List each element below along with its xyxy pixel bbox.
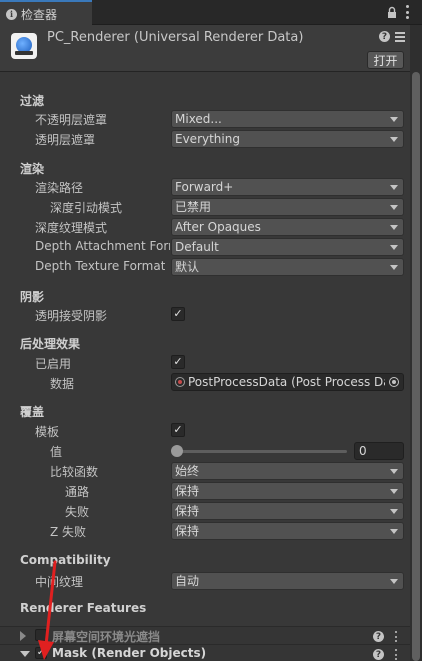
section-filtering-title: 过滤 xyxy=(20,94,45,108)
transparent-layer-mask-dropdown[interactable]: Everything xyxy=(171,130,404,148)
tab-inspector[interactable]: i 检查器 xyxy=(0,0,92,26)
kebab-menu-icon[interactable] xyxy=(405,5,409,19)
help-icon[interactable]: ? xyxy=(373,649,384,660)
stencil-value-input[interactable]: 0 xyxy=(354,442,404,460)
depth-attachment-format-value: Default xyxy=(175,240,219,254)
rendering-path-dropdown[interactable]: Forward+ xyxy=(171,178,404,196)
fold-right-icon[interactable] xyxy=(20,631,26,641)
feature-enable-checkbox[interactable] xyxy=(35,629,47,641)
scrollbar-thumb[interactable] xyxy=(412,72,420,661)
depth-attachment-format-dropdown[interactable]: Default xyxy=(171,238,404,256)
depth-texture-format-dropdown[interactable]: 默认 xyxy=(171,258,404,276)
postprocessing-data-field[interactable]: PostProcessData (Post Process Data) xyxy=(171,373,404,391)
help-icon[interactable]: ? xyxy=(379,31,390,42)
intermediate-texture-value: 自动 xyxy=(175,574,200,588)
kebab-menu-icon[interactable] xyxy=(394,649,398,660)
depth-attachment-format-label: Depth Attachment Format xyxy=(35,239,170,253)
tab-bar: i 检查器 xyxy=(0,0,422,26)
kebab-menu-icon[interactable] xyxy=(394,631,398,642)
renderer-asset-icon xyxy=(11,33,37,59)
feature-label: 屏幕空间环境光遮挡 xyxy=(52,630,161,644)
stencil-value-slider-handle[interactable] xyxy=(171,445,183,457)
stencil-checkbox[interactable]: ✓ xyxy=(171,423,185,437)
open-button[interactable]: 打开 xyxy=(367,51,404,69)
pass-dropdown[interactable]: 保持 xyxy=(171,482,404,500)
section-shadows-title: 阴影 xyxy=(20,290,45,304)
pass-value: 保持 xyxy=(175,484,200,498)
object-picker-icon[interactable] xyxy=(385,374,403,390)
renderer-feature-ssao[interactable]: 屏幕空间环境光遮挡 ? xyxy=(0,626,410,644)
postprocessing-enabled-checkbox[interactable]: ✓ xyxy=(171,355,185,369)
postprocessing-data-value: PostProcessData (Post Process Data) xyxy=(188,375,404,389)
intermediate-texture-dropdown[interactable]: 自动 xyxy=(171,572,404,590)
fold-down-icon[interactable] xyxy=(20,651,30,657)
compare-function-dropdown[interactable]: 始终 xyxy=(171,462,404,480)
transparent-layer-mask-value: Everything xyxy=(175,132,240,146)
postprocessing-enabled-label: 已启用 xyxy=(35,357,72,371)
info-icon: i xyxy=(6,8,17,20)
stencil-value-label: 值 xyxy=(50,445,63,459)
feature-label: Mask (Render Objects) xyxy=(52,646,207,660)
scriptable-object-icon xyxy=(175,377,185,387)
fail-value: 保持 xyxy=(175,504,200,518)
stencil-value-slider-track[interactable] xyxy=(177,450,347,453)
stencil-label: 模板 xyxy=(35,425,60,439)
opaque-layer-mask-label: 不透明层遮罩 xyxy=(35,113,108,127)
depth-texture-mode-label: 深度纹理模式 xyxy=(35,221,108,235)
section-rendering-title: 渲染 xyxy=(20,162,45,176)
section-renderer-features-title: Renderer Features xyxy=(20,601,147,615)
rendering-path-label: 渲染路径 xyxy=(35,181,84,195)
depth-priming-value: 已禁用 xyxy=(175,200,212,214)
transparent-receive-shadows-label: 透明接受阴影 xyxy=(35,309,108,323)
compare-function-value: 始终 xyxy=(175,464,200,478)
pass-label: 通路 xyxy=(65,485,90,499)
rendering-path-value: Forward+ xyxy=(175,180,234,194)
asset-title: PC_Renderer (Universal Renderer Data) xyxy=(47,30,304,45)
fail-dropdown[interactable]: 保持 xyxy=(171,502,404,520)
help-icon[interactable]: ? xyxy=(373,631,384,642)
depth-texture-format-value: 默认 xyxy=(175,260,200,274)
compare-function-label: 比较函数 xyxy=(50,465,99,479)
renderer-feature-mask[interactable]: ✓ Mask (Render Objects) ? xyxy=(0,644,410,661)
opaque-layer-mask-dropdown[interactable]: Mixed... xyxy=(171,110,404,128)
inspector-header: PC_Renderer (Universal Renderer Data) ? … xyxy=(0,25,410,72)
depth-priming-dropdown[interactable]: 已禁用 xyxy=(171,198,404,216)
section-compatibility-title: Compatibility xyxy=(20,553,111,567)
zfail-value: 保持 xyxy=(175,524,200,538)
section-postprocessing-title: 后处理效果 xyxy=(20,337,81,351)
tab-label: 检查器 xyxy=(21,7,58,22)
section-overrides-title: 覆盖 xyxy=(20,405,45,419)
transparent-receive-shadows-checkbox[interactable]: ✓ xyxy=(171,307,185,321)
opaque-layer-mask-value: Mixed... xyxy=(175,112,222,126)
feature-enable-checkbox[interactable]: ✓ xyxy=(35,647,47,659)
depth-texture-format-label: Depth Texture Format xyxy=(35,259,166,273)
depth-priming-label: 深度引动模式 xyxy=(50,201,123,215)
postprocessing-data-label: 数据 xyxy=(50,377,75,391)
depth-texture-mode-value: After Opaques xyxy=(175,220,261,234)
depth-texture-mode-dropdown[interactable]: After Opaques xyxy=(171,218,404,236)
transparent-layer-mask-label: 透明层遮罩 xyxy=(35,133,96,147)
intermediate-texture-label: 中间纹理 xyxy=(35,575,84,589)
lock-icon[interactable] xyxy=(387,6,397,19)
fail-label: 失败 xyxy=(65,505,90,519)
zfail-dropdown[interactable]: 保持 xyxy=(171,522,404,540)
sliders-icon[interactable] xyxy=(395,32,405,42)
zfail-label: Z 失败 xyxy=(50,525,87,539)
